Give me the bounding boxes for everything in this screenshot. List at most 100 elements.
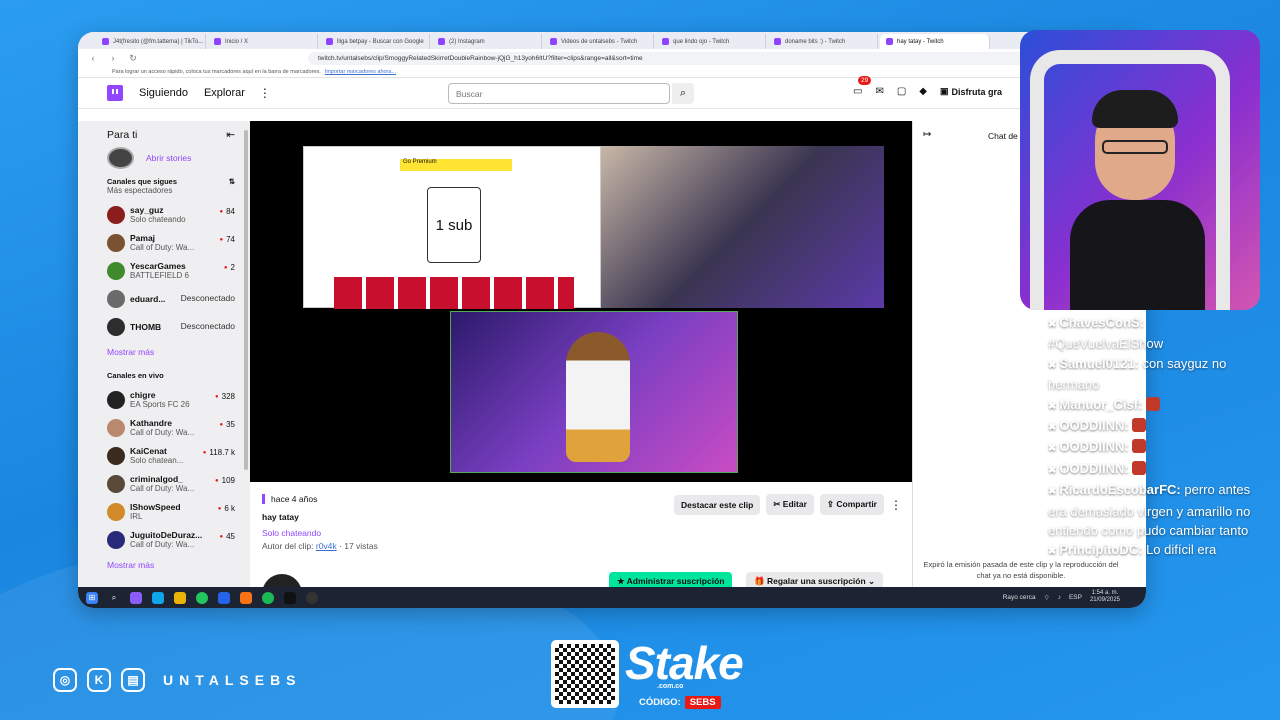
sidebar-channel[interactable]: YescarGamesBATTLEFIELD 6 2 bbox=[107, 257, 235, 285]
channel-name: IShowSpeed bbox=[130, 502, 181, 512]
prime-button[interactable]: ▣ Disfruta gra bbox=[940, 86, 1002, 97]
kick-badge-icon: ✖ bbox=[1048, 319, 1057, 330]
author-link[interactable]: r0v4k bbox=[316, 541, 337, 551]
sidebar-channel[interactable]: PamajCall of Duty: Wa... 74 bbox=[107, 229, 235, 257]
chat-username: OODDIINN: bbox=[1059, 439, 1129, 455]
outlook-icon[interactable] bbox=[218, 591, 230, 604]
sidebar-channel[interactable]: IShowSpeedIRL 6 k bbox=[107, 498, 235, 526]
tab-favicon-icon bbox=[102, 38, 109, 45]
whispers-icon[interactable]: ▢ bbox=[897, 86, 906, 97]
tab-favicon-icon bbox=[774, 38, 781, 45]
author-prefix: Autor del clip: bbox=[262, 541, 314, 551]
avatar bbox=[107, 391, 125, 409]
chat-expired-notice: Expiró la emisión pasada de este clip y … bbox=[923, 560, 1119, 580]
browser-tab[interactable]: doname bits :) - Twitch bbox=[768, 34, 878, 49]
reload-icon[interactable]: ↻ bbox=[128, 53, 138, 64]
chat-message: ✖ OODDIINN: bbox=[1048, 437, 1258, 458]
browser-tab[interactable]: hay tatay - Twitch bbox=[880, 34, 990, 49]
inbox-icon[interactable]: ✉ bbox=[875, 86, 883, 97]
weather-label[interactable]: Rayo cerca bbox=[1003, 594, 1036, 601]
clip-category[interactable]: Solo chateando bbox=[262, 528, 912, 538]
followed-list: say_guzSolo chateando 84 PamajCall of Duty… bbox=[107, 201, 250, 341]
show-more-followed[interactable]: Mostrar más bbox=[107, 347, 250, 357]
import-bookmarks-link[interactable]: Importar marcadores ahora... bbox=[325, 69, 396, 75]
notifications-icon[interactable]: ▭ bbox=[853, 86, 862, 97]
go-premium-banner: Go Premium bbox=[400, 159, 512, 171]
nav-browse[interactable]: Explorar bbox=[204, 87, 245, 99]
twitch-icon: ▤ bbox=[121, 668, 145, 692]
explorer-icon[interactable] bbox=[174, 591, 186, 604]
search-icon[interactable]: ⌕ bbox=[108, 592, 120, 604]
back-icon[interactable]: ‹ bbox=[88, 53, 98, 63]
copilot-icon[interactable] bbox=[130, 591, 142, 604]
browser-tab[interactable]: Inicio / X bbox=[208, 34, 318, 49]
clock[interactable]: 1:54 a. m. 21/09/2025 bbox=[1090, 590, 1120, 604]
bookmarks-hint: Para lograr un acceso rápido, coloca tus… bbox=[112, 69, 321, 75]
clip-info: hace 4 años hay tatay Solo chateando Aut… bbox=[250, 482, 912, 608]
show-more-live[interactable]: Mostrar más bbox=[107, 560, 250, 570]
live-heading: Canales en vivo bbox=[107, 371, 164, 380]
sidebar-channel[interactable]: JuguitoDeDuraz...Call of Duty: Wa... 45 bbox=[107, 526, 235, 554]
more-options-icon[interactable]: ⋮ bbox=[259, 86, 271, 100]
avatar bbox=[107, 447, 125, 465]
channel-name: criminalgod_ bbox=[130, 474, 183, 484]
search-icon[interactable]: ⌕ bbox=[672, 83, 694, 104]
edge-icon[interactable] bbox=[152, 591, 164, 604]
sidebar-channel[interactable]: THOMB Desconectado bbox=[107, 313, 235, 341]
sidebar-scrollbar[interactable] bbox=[244, 130, 248, 470]
wifi-icon[interactable]: ⌔ bbox=[1044, 593, 1050, 602]
bits-icon[interactable]: ◆ bbox=[919, 86, 927, 97]
share-button[interactable]: ⇪ Compartir bbox=[819, 494, 884, 515]
tab-favicon-icon bbox=[662, 38, 669, 45]
collapse-sidebar-icon[interactable]: ⇤ bbox=[226, 129, 235, 141]
streamer-handle: UNTALSEBS bbox=[163, 672, 302, 688]
edit-button[interactable]: ✂ Editar bbox=[766, 494, 814, 515]
sidebar-channel[interactable]: chigreEA Sports FC 26 328 bbox=[107, 386, 235, 414]
tab-label: hay tatay - Twitch bbox=[897, 38, 944, 45]
search-input[interactable]: Buscar bbox=[448, 83, 670, 104]
browser-tab[interactable]: Videos de untalsebs - Twitch bbox=[544, 34, 654, 49]
channel-category: Call of Duty: Wa... bbox=[130, 540, 195, 549]
sort-icon[interactable]: ⇅ bbox=[229, 177, 235, 186]
volume-icon[interactable]: ♪ bbox=[1058, 594, 1061, 601]
kick-badge-icon: ✖ bbox=[1048, 486, 1057, 498]
chat-message: ✖ Samuel0121: con sayguz no hermano bbox=[1048, 354, 1258, 395]
viewer-count: 2 bbox=[224, 263, 235, 272]
emote-icon bbox=[1132, 418, 1147, 433]
language-label[interactable]: ESP bbox=[1069, 594, 1082, 601]
url-field[interactable]: twitch.tv/untalsebs/clip/SmoggyRelatedSk… bbox=[308, 51, 1036, 65]
browser-tab[interactable]: lliga betpay - Buscar con Google bbox=[320, 34, 430, 49]
windows-start-icon[interactable]: ⊞ bbox=[86, 591, 98, 604]
forward-icon[interactable]: › bbox=[108, 53, 118, 63]
tab-label: lliga betpay - Buscar con Google bbox=[337, 38, 424, 45]
sidebar-channel[interactable]: KaiCenatSolo chatean... 118.7 k bbox=[107, 442, 235, 470]
sidebar-title: Para ti bbox=[107, 129, 138, 141]
sidebar-channel[interactable]: criminalgod_Call of Duty: Wa... 109 bbox=[107, 470, 235, 498]
browser-tab[interactable]: J4t(fresito (@fm.tattema) | TikTo... bbox=[96, 34, 206, 49]
twitch-logo-icon[interactable] bbox=[107, 85, 123, 101]
nav-following[interactable]: Siguiendo bbox=[139, 87, 188, 99]
chat-username: OODDIINN: bbox=[1059, 418, 1129, 434]
feature-clip-button[interactable]: Destacar este clip bbox=[674, 494, 761, 515]
brave-icon[interactable] bbox=[240, 591, 252, 604]
obs-icon[interactable] bbox=[306, 591, 318, 604]
channel-category: BATTLEFIELD 6 bbox=[130, 271, 189, 280]
chrome-icon[interactable] bbox=[196, 591, 208, 604]
browser-tab[interactable]: (2) Instagram bbox=[432, 34, 542, 49]
tiktok-icon[interactable] bbox=[284, 591, 296, 604]
spotify-icon[interactable] bbox=[262, 591, 274, 604]
clip-player[interactable]: Go Premium 1 sub bbox=[250, 121, 912, 482]
social-links: ◎ K ▤ UNTALSEBS bbox=[53, 668, 302, 692]
kick-icon: K bbox=[87, 668, 111, 692]
clock-time: 1:54 a. m. bbox=[1091, 590, 1119, 596]
stories-entry[interactable]: Abrir stories bbox=[107, 147, 250, 169]
sidebar-channel[interactable]: eduard... Desconectado bbox=[107, 285, 235, 313]
santa-person bbox=[566, 332, 630, 462]
system-tray: Rayo cerca ⌔ ♪ ESP 1:54 a. m. 21/09/2025 bbox=[1003, 590, 1120, 604]
more-icon[interactable]: ⋮ bbox=[890, 498, 902, 512]
avatar bbox=[107, 503, 125, 521]
browser-tab[interactable]: que lindo ojo - Twitch bbox=[656, 34, 766, 49]
sidebar-channel[interactable]: say_guzSolo chateando 84 bbox=[107, 201, 235, 229]
collapse-chat-icon[interactable]: ↦ bbox=[923, 129, 931, 140]
sidebar-channel[interactable]: KathandreCall of Duty: Wa... 35 bbox=[107, 414, 235, 442]
